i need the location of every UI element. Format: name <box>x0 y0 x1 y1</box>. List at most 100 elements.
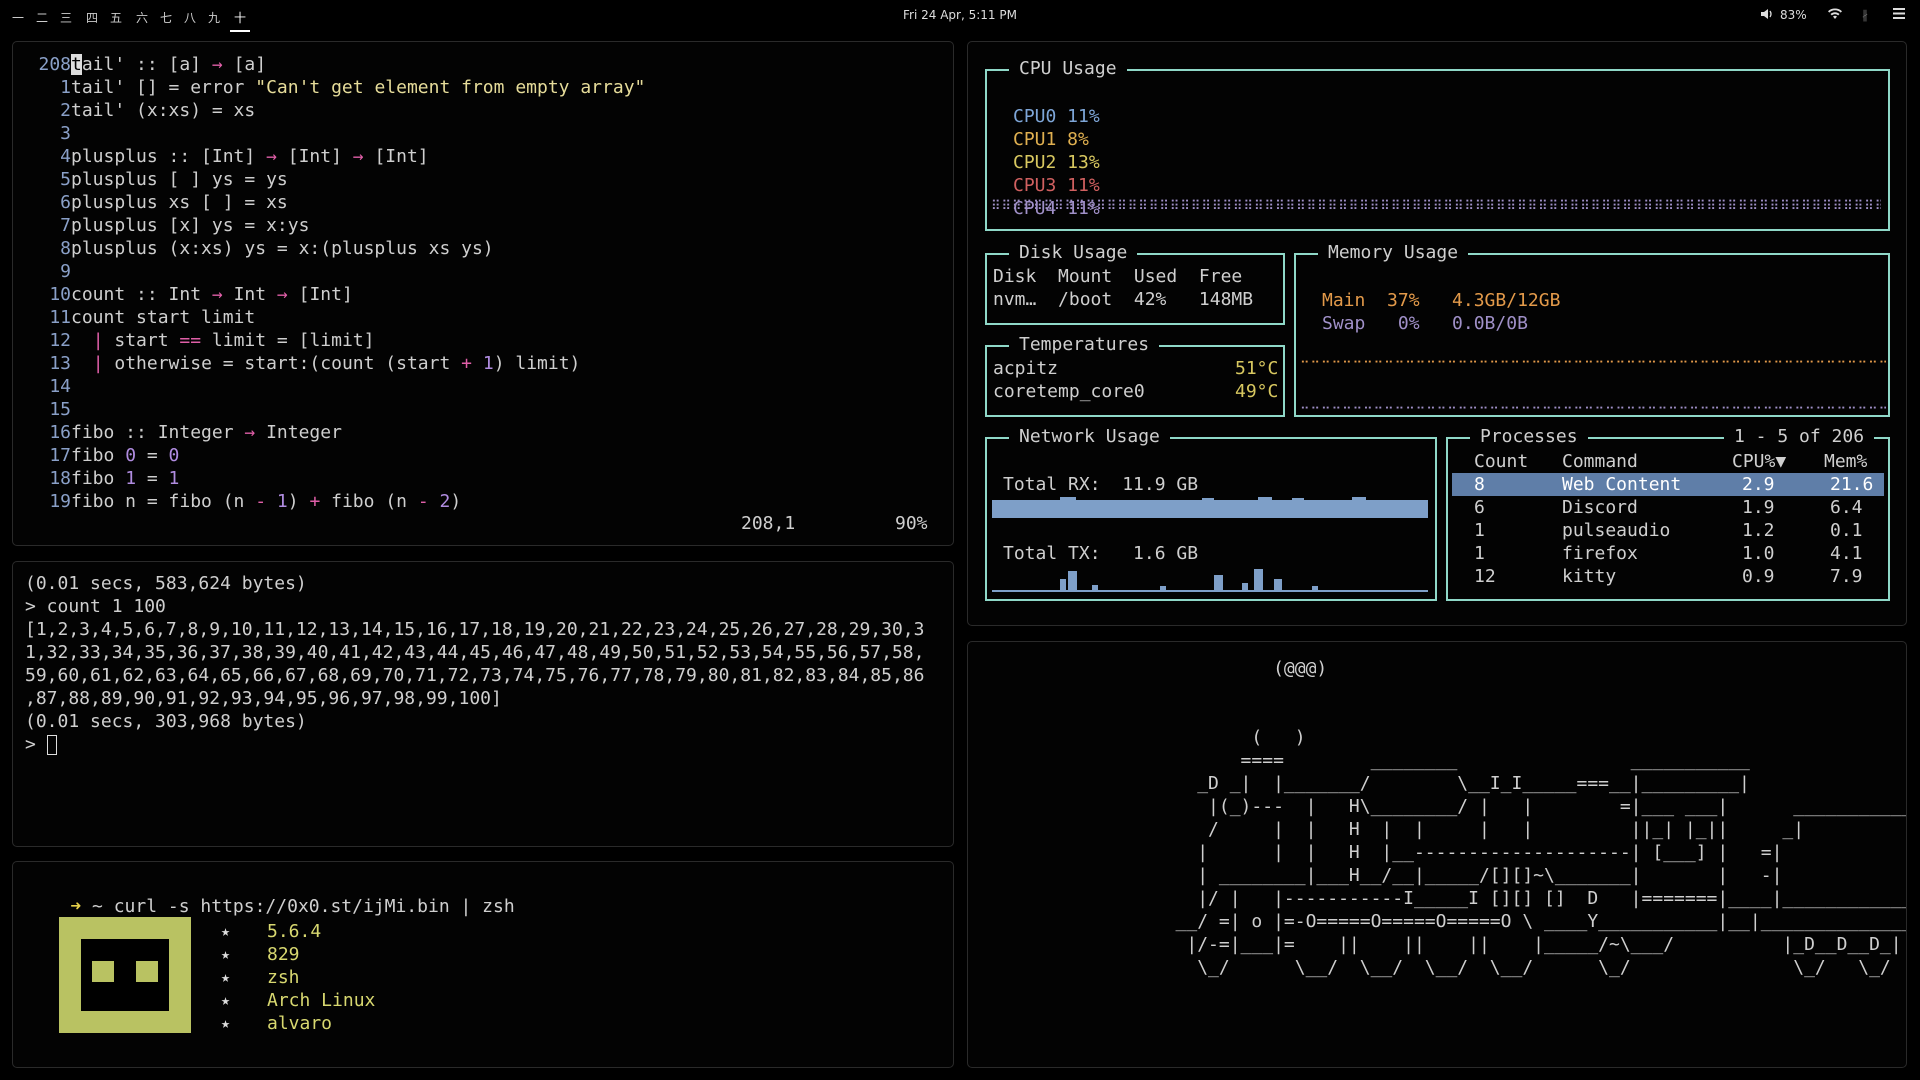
process-column-header[interactable]: Command <box>1562 450 1638 473</box>
code-line: | otherwise = start:(count (start + 1) l… <box>92 353 581 374</box>
line-number: 208 <box>38 54 71 75</box>
process-cell: 21.6 <box>1830 474 1874 495</box>
line-number: 19 <box>49 491 71 512</box>
temp-name: coretemp_core0 <box>993 381 1145 402</box>
disk-usage-panel: Disk Usage Disk Mount Used Free nvm… /bo… <box>985 242 1285 325</box>
memory-usage-panel: Memory Usage Main 37% 4.3GB/12GB Swap 0%… <box>1294 242 1890 417</box>
top-bar: 一二三四五六七八九十 Fri 24 Apr, 5:11 PM 83% ∦ <box>0 0 1920 32</box>
process-cell: 0.9 <box>1742 566 1775 587</box>
system-info-item: 829 <box>267 944 300 965</box>
temp-value: 51°C <box>1235 358 1279 379</box>
cursor-position: 208,1 <box>741 513 796 534</box>
line-number: 14 <box>49 376 71 397</box>
clock[interactable]: Fri 24 Apr, 5:11 PM <box>0 8 1920 22</box>
code-line: tail' [] = error "Can't get element from… <box>71 77 646 98</box>
process-cell: 1 <box>1474 543 1485 564</box>
editor-window[interactable]: 208 tail' :: [a] → [a] 1 tail' [] = error "… <box>12 41 954 546</box>
steam-locomotive-art: (@@@) ( ) ==== ________ ___________ _D _… <box>1175 658 1906 978</box>
line-number: 6 <box>60 192 71 213</box>
memory-swap-graph: ⣀⣀⣀⣀⣀⣀⣀⣀⣀⣀⣀⣀⣀⣀⣀⣀⣀⣀⣀⣀⣀⣀⣀⣀⣀⣀⣀⣀⣀⣀⣀⣀⣀⣀⣀⣀⣀⣀⣀⣀… <box>1300 395 1886 410</box>
process-column-header[interactable]: CPU%▼ <box>1732 450 1786 473</box>
process-column-header[interactable]: Mem% <box>1824 450 1867 473</box>
memory-panel-title: Memory Usage <box>1318 242 1469 263</box>
repl-line: ,87,88,89,90,91,92,93,94,95,96,97,98,99,… <box>25 688 502 709</box>
line-number: 12 <box>49 330 71 351</box>
process-row[interactable]: 6 Discord 1.9 6.4 <box>1448 496 1888 519</box>
process-row[interactable]: 1 firefox 1.0 4.1 <box>1448 542 1888 565</box>
process-row[interactable]: 1 pulseaudio 1.2 0.1 <box>1448 519 1888 542</box>
code-line: plusplus xs [ ] = xs <box>71 192 288 213</box>
code-line: fibo n = fibo (n - 1) + fibo (n - 2) <box>71 491 462 512</box>
shell-command: ~ curl -s https://0x0.st/ijMi.bin | zsh <box>81 896 515 917</box>
process-column-header[interactable]: Count <box>1474 450 1528 473</box>
temp-name: acpitz <box>993 358 1059 379</box>
process-cell: 6 <box>1474 497 1485 518</box>
code-line: | start == limit = [limit] <box>92 330 375 351</box>
line-number: 8 <box>60 238 71 259</box>
memory-swap: Swap 0% 0.0B/0B <box>1322 313 1528 334</box>
line-number: 13 <box>49 353 71 374</box>
bluetooth-icon[interactable]: ∦ <box>1862 8 1868 22</box>
volume-icon[interactable] <box>1760 8 1774 23</box>
line-number: 18 <box>49 468 71 489</box>
process-cell: pulseaudio <box>1562 520 1671 541</box>
code-line: plusplus [x] ys = x:ys <box>71 215 310 236</box>
network-rx-graph <box>992 497 1428 518</box>
terminal-cursor <box>46 735 57 755</box>
line-number: 11 <box>49 307 71 328</box>
prompt-arrow-icon: ➜ <box>70 896 82 917</box>
scroll-percent: 90% <box>895 513 928 534</box>
line-number: 7 <box>60 215 71 236</box>
cpu-core-label: CPU1 8% <box>1013 129 1089 150</box>
repl-line: (0.01 secs, 303,968 bytes) <box>25 711 307 732</box>
star-icon: ★ <box>221 968 231 986</box>
shell-window[interactable]: ➜ ~ curl -s https://0x0.st/ijMi.bin | zs… <box>12 861 954 1068</box>
line-number: 10 <box>49 284 71 305</box>
process-row[interactable]: 12 kitty 0.9 7.9 <box>1448 565 1888 588</box>
cpu-usage-panel: CPU Usage CPU0 11% CPU1 8% CPU2 13% CPU3 11… <box>985 58 1890 231</box>
repl-line: 59,60,61,62,63,64,65,66,67,68,69,70,71,7… <box>25 665 925 686</box>
temperatures-panel: Temperatures acpitz 51°C coretemp_core0 … <box>985 334 1285 417</box>
process-row[interactable]: 8 Web Content 2.9 21.6 <box>1448 473 1888 496</box>
code-line: plusplus :: [Int] → [Int] → [Int] <box>71 146 429 167</box>
distro-logo <box>59 917 191 1033</box>
process-cell: kitty <box>1562 566 1617 587</box>
wifi-icon[interactable] <box>1827 8 1843 23</box>
system-info-item: 5.6.4 <box>267 921 322 942</box>
code-line: tail' :: [a] → [a] <box>71 54 267 75</box>
process-cell: 1 <box>1474 520 1485 541</box>
repl-window[interactable]: (0.01 secs, 583,624 bytes) > count 1 100[… <box>12 561 954 847</box>
line-number: 1 <box>60 77 71 98</box>
menu-icon[interactable] <box>1893 8 1905 22</box>
disk-panel-title: Disk Usage <box>1009 242 1138 263</box>
cpu-core-label: CPU0 11% <box>1013 106 1100 127</box>
code-line: tail' (x:xs) = xs <box>71 100 256 121</box>
temp-value: 49°C <box>1235 381 1279 402</box>
processes-panel-title: Processes <box>1470 426 1588 447</box>
star-icon: ★ <box>221 991 231 1009</box>
process-cell: 2.9 <box>1742 474 1775 495</box>
process-cell: 1.0 <box>1742 543 1775 564</box>
cpu-core-label: CPU3 11% <box>1013 175 1100 196</box>
processes-panel[interactable]: Processes 1 - 5 of 206 Count Command CPU%▼… <box>1446 426 1890 601</box>
network-tx: Total TX: 1.6 GB <box>1003 543 1199 564</box>
network-usage-panel: Network Usage Total RX: 11.9 GB Total TX… <box>985 426 1437 601</box>
repl-line: (0.01 secs, 583,624 bytes) <box>25 573 307 594</box>
code-line: plusplus [ ] ys = ys <box>71 169 288 190</box>
code-line: count start limit <box>71 307 256 328</box>
process-cell: 8 <box>1474 474 1485 495</box>
process-cell: 7.9 <box>1830 566 1863 587</box>
memory-main: Main 37% 4.3GB/12GB <box>1322 290 1561 311</box>
line-number: 17 <box>49 445 71 466</box>
sl-window: (@@@) ( ) ==== ________ ___________ _D _… <box>967 641 1907 1068</box>
system-monitor-window[interactable]: CPU Usage CPU0 11% CPU1 8% CPU2 13% CPU3 11… <box>967 41 1907 626</box>
process-cell: 6.4 <box>1830 497 1863 518</box>
star-icon: ★ <box>221 922 231 940</box>
code-line: count :: Int → Int → [Int] <box>71 284 353 305</box>
line-number: 16 <box>49 422 71 443</box>
line-number: 3 <box>60 123 71 144</box>
process-cell: 4.1 <box>1830 543 1863 564</box>
network-panel-title: Network Usage <box>1009 426 1170 447</box>
cpu-core-label: CPU2 13% <box>1013 152 1100 173</box>
disk-row: nvm… /boot 42% 148MB <box>993 289 1254 310</box>
